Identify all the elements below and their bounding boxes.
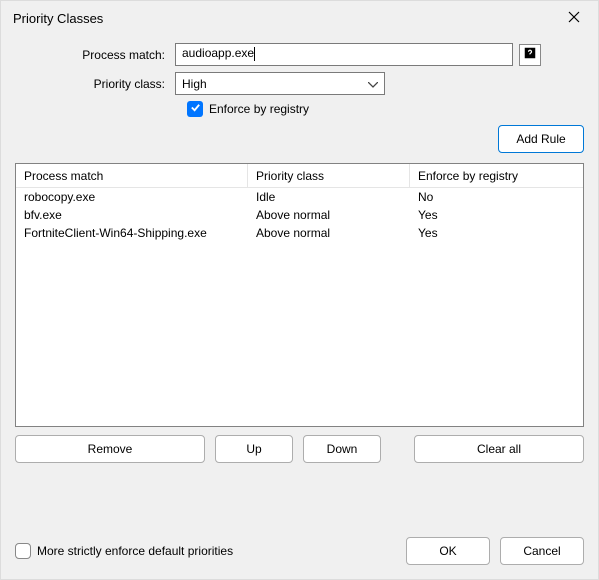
rules-list[interactable]: Process match Priority class Enforce by … <box>15 163 584 427</box>
form-area: Process match: audioapp.exe Priority cla… <box>1 35 598 119</box>
table-row[interactable]: robocopy.exeIdleNo <box>16 188 583 206</box>
enforce-checkbox-row[interactable]: Enforce by registry <box>187 101 584 117</box>
chevron-down-icon <box>368 77 378 91</box>
list-header: Process match Priority class Enforce by … <box>16 164 583 188</box>
table-row[interactable]: FortniteClient-Win64-Shipping.exeAbove n… <box>16 224 583 242</box>
enforce-checkbox[interactable] <box>187 101 203 117</box>
header-enforce[interactable]: Enforce by registry <box>410 164 583 188</box>
close-icon <box>568 11 580 26</box>
priority-class-select[interactable]: High <box>175 72 385 95</box>
priority-class-row: Priority class: High <box>15 72 584 95</box>
down-button[interactable]: Down <box>303 435 381 463</box>
check-icon <box>190 102 201 116</box>
header-priority-class[interactable]: Priority class <box>248 164 410 188</box>
table-cell: No <box>410 190 583 204</box>
bottom-bar: More strictly enforce default priorities… <box>1 525 598 579</box>
process-match-row: Process match: audioapp.exe <box>15 43 584 66</box>
help-icon <box>523 46 537 63</box>
up-button[interactable]: Up <box>215 435 293 463</box>
cancel-button[interactable]: Cancel <box>500 537 584 565</box>
table-cell: Yes <box>410 226 583 240</box>
process-match-label: Process match: <box>15 48 175 62</box>
strict-enforce-label: More strictly enforce default priorities <box>37 544 233 558</box>
clear-all-button[interactable]: Clear all <box>414 435 584 463</box>
priority-class-value: High <box>182 77 207 91</box>
add-rule-row: Add Rule <box>1 119 598 163</box>
table-cell: FortniteClient-Win64-Shipping.exe <box>16 226 248 240</box>
table-cell: Above normal <box>248 208 410 222</box>
table-row[interactable]: bfv.exeAbove normalYes <box>16 206 583 224</box>
table-cell: robocopy.exe <box>16 190 248 204</box>
remove-button[interactable]: Remove <box>15 435 205 463</box>
table-cell: Idle <box>248 190 410 204</box>
table-cell: bfv.exe <box>16 208 248 222</box>
ok-button[interactable]: OK <box>406 537 490 565</box>
help-button[interactable] <box>519 44 541 66</box>
window-title: Priority Classes <box>13 11 103 26</box>
enforce-checkbox-label: Enforce by registry <box>209 102 309 116</box>
strict-enforce-row[interactable]: More strictly enforce default priorities <box>15 543 233 559</box>
process-match-input[interactable]: audioapp.exe <box>175 43 513 66</box>
table-cell: Above normal <box>248 226 410 240</box>
list-buttons-row: Remove Up Down Clear all <box>1 427 598 463</box>
add-rule-button[interactable]: Add Rule <box>498 125 584 153</box>
titlebar: Priority Classes <box>1 1 598 35</box>
list-body: robocopy.exeIdleNobfv.exeAbove normalYes… <box>16 188 583 426</box>
table-cell: Yes <box>410 208 583 222</box>
close-button[interactable] <box>552 3 596 33</box>
header-process-match[interactable]: Process match <box>16 164 248 188</box>
window-root: Priority Classes Process match: audioapp… <box>0 0 599 580</box>
priority-class-label: Priority class: <box>15 77 175 91</box>
strict-enforce-checkbox[interactable] <box>15 543 31 559</box>
